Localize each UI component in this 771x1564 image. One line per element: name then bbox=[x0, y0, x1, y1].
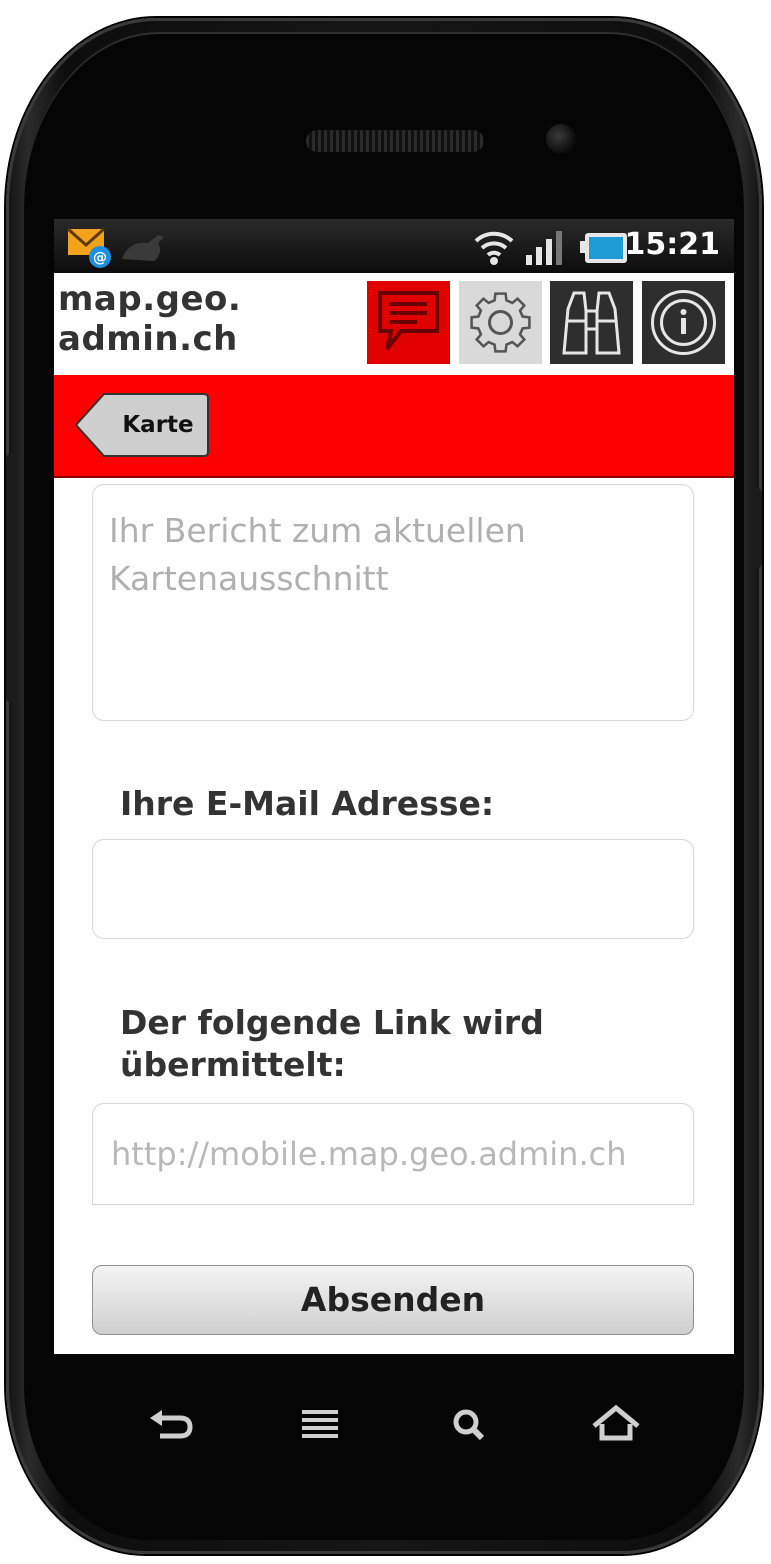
app-header: map.geo. admin.ch bbox=[54, 273, 734, 375]
info-icon bbox=[651, 290, 716, 355]
back-button-label: Karte bbox=[122, 412, 194, 438]
speaker-grille bbox=[306, 130, 484, 152]
home-key[interactable] bbox=[586, 1400, 646, 1450]
power-button bbox=[752, 488, 762, 568]
back-key[interactable] bbox=[140, 1400, 200, 1450]
email-notification-icon: @ bbox=[66, 225, 112, 273]
hardware-navigation-keys bbox=[54, 1380, 734, 1470]
search-icon bbox=[453, 1409, 485, 1441]
toolbar: Karte bbox=[54, 375, 734, 478]
report-textarea[interactable]: Ihr Bericht zum aktuellen Kartenausschni… bbox=[92, 484, 694, 721]
notification-bird-icon bbox=[114, 225, 174, 271]
email-field[interactable] bbox=[92, 839, 694, 939]
search-key[interactable] bbox=[440, 1400, 500, 1450]
report-placeholder: Ihr Bericht zum aktuellen Kartenausschni… bbox=[109, 511, 526, 598]
gear-icon bbox=[470, 292, 531, 353]
menu-icon bbox=[302, 1410, 338, 1438]
binoculars-icon bbox=[562, 291, 621, 355]
link-field[interactable]: http://mobile.map.geo.admin.ch bbox=[92, 1103, 694, 1205]
svg-text:@: @ bbox=[93, 250, 107, 266]
menu-key[interactable] bbox=[290, 1400, 350, 1450]
search-button[interactable] bbox=[550, 281, 633, 364]
back-to-map-button[interactable]: Karte bbox=[74, 392, 210, 458]
app-title: map.geo. admin.ch bbox=[58, 279, 358, 359]
email-label: Ihre E-Mail Adresse: bbox=[120, 784, 495, 823]
app-title-line2: admin.ch bbox=[58, 319, 238, 359]
submit-button[interactable]: Absenden bbox=[92, 1265, 694, 1335]
back-icon bbox=[150, 1410, 193, 1439]
feedback-button[interactable] bbox=[367, 281, 450, 364]
info-button[interactable] bbox=[642, 281, 725, 364]
wifi-icon bbox=[472, 227, 516, 271]
link-label: Der folgende Link wird übermittelt: bbox=[120, 1003, 544, 1084]
speech-bubble-icon bbox=[378, 291, 439, 351]
battery-icon bbox=[578, 231, 630, 269]
home-icon bbox=[592, 1404, 640, 1441]
settings-button[interactable] bbox=[459, 281, 542, 364]
app-title-line1: map.geo. bbox=[58, 279, 242, 319]
feedback-form: Ihr Bericht zum aktuellen Kartenausschni… bbox=[54, 478, 734, 1354]
volume-button bbox=[6, 453, 18, 703]
clock: 15:21 bbox=[624, 227, 721, 262]
status-bar: @ 15:21 bbox=[54, 219, 734, 273]
front-camera bbox=[546, 124, 576, 154]
signal-icon bbox=[524, 229, 572, 271]
phone-screen: @ 15:21 map.geo. admin.ch Karte Ihr Beri… bbox=[54, 219, 734, 1354]
